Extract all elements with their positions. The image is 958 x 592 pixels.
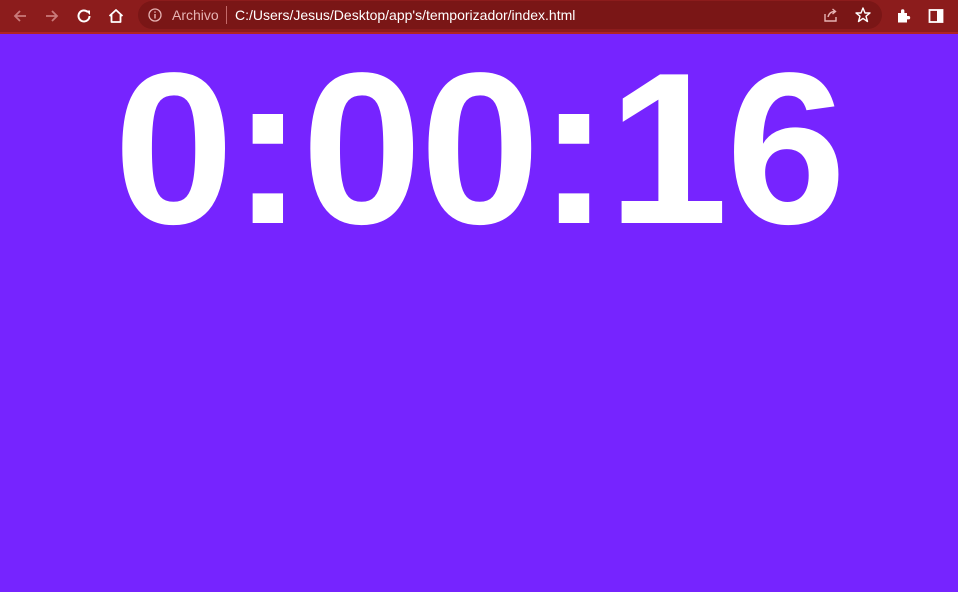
home-button[interactable] xyxy=(103,3,129,29)
reload-button[interactable] xyxy=(71,3,97,29)
info-icon[interactable] xyxy=(148,8,162,22)
side-panel-button[interactable] xyxy=(923,3,949,29)
forward-button[interactable] xyxy=(39,3,65,29)
star-icon[interactable] xyxy=(854,6,872,24)
page-content: 0:00:16 xyxy=(0,34,958,592)
home-icon xyxy=(108,9,124,23)
extensions-icon xyxy=(898,9,911,23)
back-button[interactable] xyxy=(7,3,33,29)
extensions-button[interactable] xyxy=(891,3,917,29)
back-icon xyxy=(13,10,26,22)
address-separator xyxy=(226,6,227,24)
scheme-label: Archivo xyxy=(172,7,219,23)
share-icon[interactable] xyxy=(822,6,840,24)
address-bar[interactable]: Archivo C:/Users/Jesus/Desktop/app's/tem… xyxy=(138,1,882,29)
forward-icon xyxy=(46,10,59,22)
reload-icon xyxy=(77,9,91,23)
timer-display: 0:00:16 xyxy=(113,27,847,269)
side-panel-icon xyxy=(928,9,944,23)
url-text[interactable]: C:/Users/Jesus/Desktop/app's/temporizado… xyxy=(235,6,575,24)
